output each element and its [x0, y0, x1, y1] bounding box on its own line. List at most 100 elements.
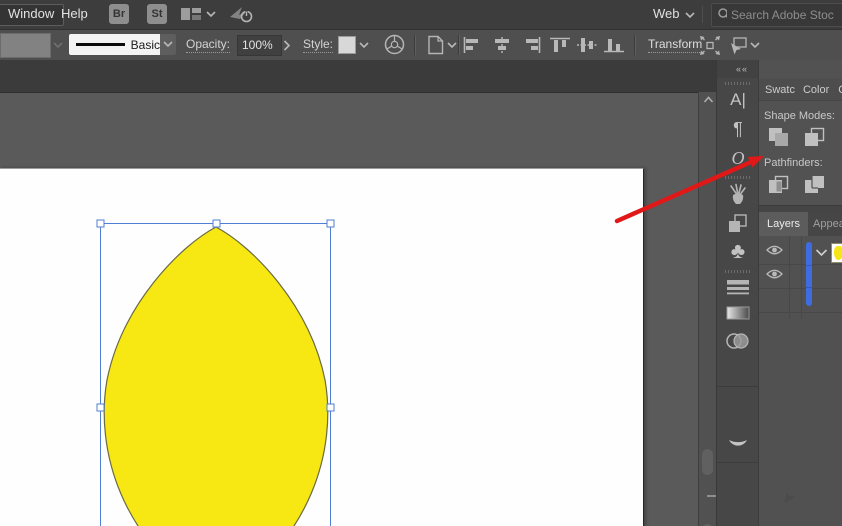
shape-modes-label: Shape Modes:	[764, 110, 835, 122]
paragraph-glyph: ¶	[733, 119, 743, 139]
align-right-icon[interactable]	[521, 37, 541, 53]
layer-expand-chevron-icon[interactable]	[815, 248, 828, 257]
opacity-input[interactable]	[238, 37, 282, 53]
document-setup-chevron-icon[interactable]	[447, 42, 457, 49]
align-vertical-center-icon[interactable]	[577, 37, 597, 53]
bounding-box-arrows-icon[interactable]	[700, 36, 720, 55]
crescent-panel-icon[interactable]	[717, 436, 759, 457]
control-bar: Basic Opacity: Style:	[0, 30, 842, 61]
control-separator	[414, 35, 416, 55]
arrange-documents-button[interactable]	[180, 7, 202, 27]
fill-swatch-chevron-icon[interactable]	[53, 42, 63, 49]
stroke-panel-icon[interactable]	[717, 278, 759, 301]
menu-separator	[702, 6, 703, 23]
panel-grip-handle[interactable]	[725, 176, 751, 179]
scrollbar-thumb[interactable]	[702, 449, 713, 475]
scroll-up-icon[interactable]	[703, 96, 714, 104]
menu-help[interactable]: Help	[52, 4, 97, 24]
tab-swatches[interactable]: Swatc	[765, 84, 795, 96]
transparency-circles-icon	[726, 333, 749, 349]
workspace-switcher[interactable]: Web	[653, 6, 680, 21]
workspace-chevron-icon[interactable]	[685, 12, 695, 19]
crescent-icon	[729, 440, 747, 446]
tab-layers[interactable]: Layers	[759, 212, 808, 236]
pathfinders-label: Pathfinders:	[764, 157, 823, 169]
visibility-eye-icon[interactable]	[766, 268, 783, 280]
divide-icon	[769, 175, 789, 193]
layer-selection-color-bar[interactable]	[806, 242, 812, 306]
tab-color-guide[interactable]: C	[838, 84, 842, 96]
layer-bar-joint	[806, 265, 812, 266]
tab-color[interactable]: Color	[803, 84, 829, 96]
vertical-scrollbar[interactable]	[698, 92, 717, 526]
illustrator-window: Window Help Br St Web Search Adobe Stoc …	[0, 0, 842, 526]
faint-cursor-arrow	[784, 492, 796, 503]
character-panel-icon[interactable]: A|	[717, 90, 759, 110]
dock-divider	[717, 386, 759, 387]
unite-button[interactable]	[767, 126, 791, 148]
trim-button[interactable]	[803, 174, 827, 196]
layer-thumbnail[interactable]	[831, 243, 842, 263]
layers-row-divider	[759, 264, 842, 265]
align-top-icon[interactable]	[550, 37, 570, 53]
hand-panel-icon[interactable]	[717, 182, 759, 213]
layer-thumbnail-shape	[834, 246, 842, 260]
collapse-panels-icon[interactable]: ««	[736, 64, 748, 74]
canvas-area[interactable]	[0, 60, 717, 526]
workspace-label: Web	[653, 6, 680, 21]
artboard[interactable]	[0, 168, 644, 526]
layer-bar-joint	[806, 287, 812, 288]
document-tab-strip	[0, 60, 716, 93]
stroke-profile-label: Basic	[130, 37, 160, 52]
search-input[interactable]	[729, 7, 842, 23]
transform-link[interactable]: Transform	[648, 37, 703, 53]
panel-icon-dock: A| ¶ O ♣	[716, 78, 759, 526]
style-label[interactable]: Style:	[303, 37, 334, 53]
opentype-panel-icon[interactable]: O	[717, 148, 759, 169]
layers-column-divider	[801, 236, 802, 318]
stock-button[interactable]: St	[147, 4, 167, 24]
recolor-artwork-icon[interactable]	[384, 34, 405, 55]
arrange-documents-chevron-icon[interactable]	[206, 11, 216, 18]
divide-button[interactable]	[767, 174, 791, 196]
character-glyph: A|	[730, 90, 746, 109]
stroke-profile-chevron-button[interactable]	[160, 34, 176, 55]
fill-swatch[interactable]	[0, 33, 51, 58]
panel-grip-handle[interactable]	[725, 82, 751, 85]
gradient-panel-icon[interactable]	[717, 305, 759, 326]
opacity-label[interactable]: Opacity:	[186, 37, 231, 53]
align-bottom-icon[interactable]	[604, 37, 624, 53]
align-left-icon[interactable]	[463, 37, 483, 53]
symbols-panel-icon[interactable]: ♣	[717, 238, 759, 264]
stroke-lines-icon	[727, 280, 749, 295]
scrollbar-artboard-marker	[707, 495, 716, 497]
club-glyph: ♣	[730, 238, 746, 263]
document-setup-icon[interactable]	[426, 35, 446, 55]
sync-settings-icon[interactable]	[228, 4, 254, 30]
search-icon	[718, 8, 727, 19]
chevron-down-icon	[163, 41, 173, 48]
opacity-options-chevron-icon[interactable]	[283, 40, 291, 51]
panel-grip-handle[interactable]	[725, 270, 751, 273]
overlapping-squares-icon	[729, 214, 747, 232]
align-horizontal-center-icon[interactable]	[492, 37, 512, 53]
transparency-panel-icon[interactable]	[717, 330, 759, 357]
minus-front-button[interactable]	[803, 126, 827, 148]
control-separator	[458, 35, 460, 55]
stock-search-field[interactable]	[711, 3, 842, 27]
tab-appearance[interactable]: Appea	[813, 212, 842, 236]
select-similar-chevron-icon[interactable]	[750, 42, 760, 49]
opacity-field[interactable]	[237, 35, 282, 56]
paragraph-panel-icon[interactable]: ¶	[717, 119, 759, 140]
style-swatch[interactable]	[338, 36, 356, 54]
style-chevron-icon[interactable]	[359, 42, 369, 49]
layers-tab-row: Layers Appea	[759, 212, 842, 236]
stroke-profile-dropdown[interactable]: Basic	[69, 34, 160, 55]
pathfinder-panel-icon[interactable]	[717, 212, 759, 241]
menu-bar: Window Help Br St Web	[0, 0, 842, 30]
visibility-eye-icon[interactable]	[766, 244, 783, 256]
select-similar-icon[interactable]	[728, 36, 748, 55]
bridge-button[interactable]: Br	[109, 4, 129, 24]
layers-panel-body	[759, 236, 842, 526]
layers-row-divider	[759, 312, 842, 313]
